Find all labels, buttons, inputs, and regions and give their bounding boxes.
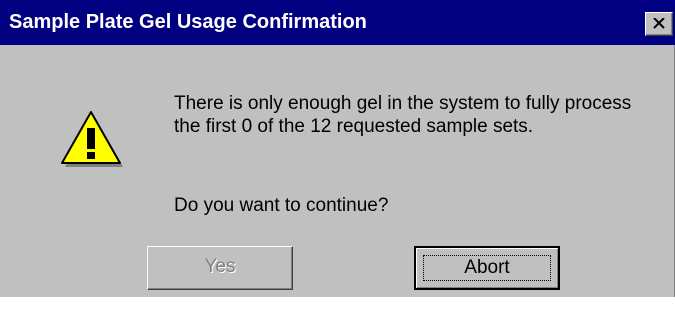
abort-button[interactable]: Abort — [414, 246, 560, 290]
message-text: There is only enough gel in the system t… — [174, 93, 632, 137]
close-icon — [653, 18, 665, 29]
question-text: Do you want to continue? — [174, 195, 389, 216]
title-bar[interactable]: Sample Plate Gel Usage Confirmation — [0, 0, 675, 45]
abort-button-label: Abort — [464, 257, 510, 278]
window-title: Sample Plate Gel Usage Confirmation — [9, 11, 367, 33]
yes-button[interactable]: Yes — [147, 246, 293, 290]
close-button[interactable] — [645, 12, 673, 36]
yes-button-label: Yes — [204, 256, 236, 277]
warning-icon — [61, 111, 123, 167]
confirmation-dialog: Sample Plate Gel Usage Confirmation Ther… — [0, 0, 675, 297]
